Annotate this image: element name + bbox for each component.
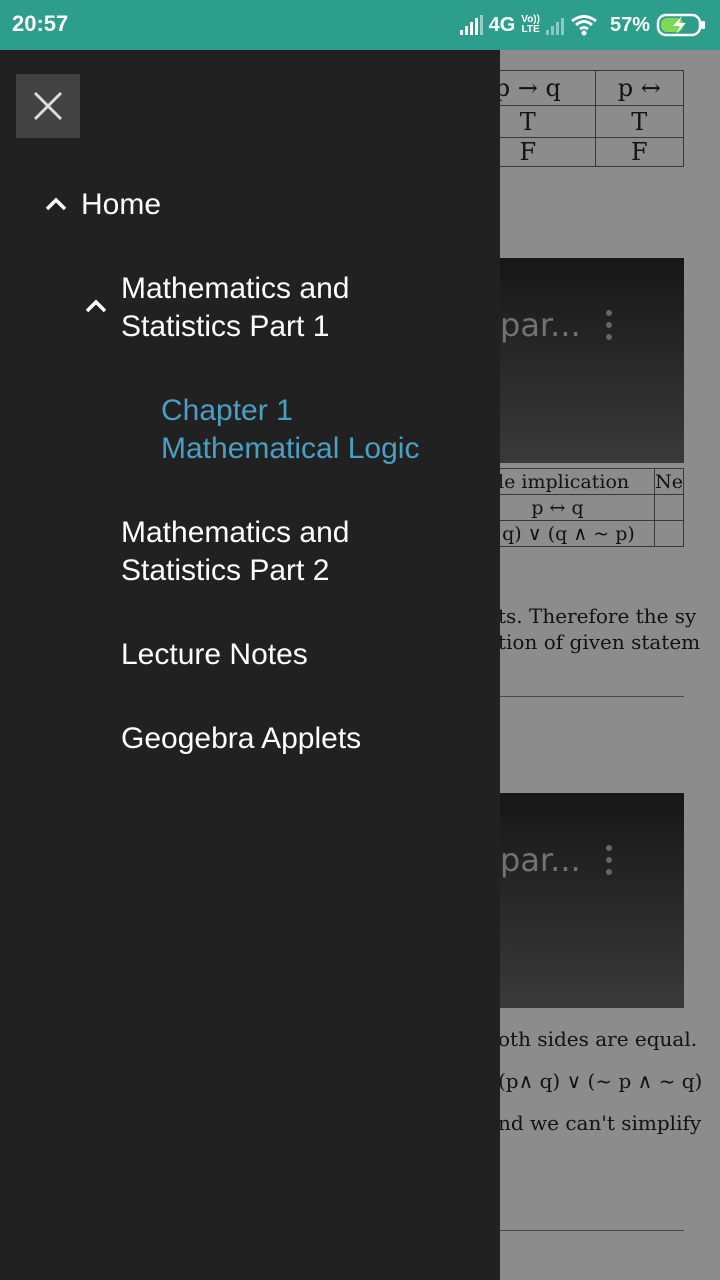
navigation-drawer: Home Mathematics and Statistics Part 1 C… — [0, 50, 500, 1280]
status-bar: 20:57 4G Vo)) LTE 57% — [0, 0, 720, 50]
nav-item-label: Statistics Part 1 — [121, 310, 330, 343]
nav-item-geogebra-applets[interactable]: Geogebra Applets — [121, 720, 361, 758]
network-type: 4G — [488, 13, 516, 36]
nav-item-home[interactable]: Home — [81, 186, 161, 224]
nav-item-label: Mathematics and — [121, 516, 350, 549]
nav-item-label: Chapter 1 — [161, 394, 293, 427]
signal-icon — [459, 15, 483, 35]
battery-charging-icon — [656, 13, 705, 37]
nav-item-chapter-1[interactable]: Chapter 1 Mathematical Logic — [161, 392, 419, 468]
nav-item-label: Statistics Part 2 — [121, 554, 330, 587]
lte-label: LTE — [521, 24, 540, 35]
signal-2-icon — [545, 15, 564, 35]
chevron-up-icon[interactable] — [44, 194, 68, 214]
close-icon — [33, 91, 63, 121]
chevron-up-icon[interactable] — [84, 296, 108, 316]
volte-icon: Vo)) LTE — [521, 15, 540, 35]
wifi-icon — [571, 15, 597, 36]
battery-percent: 57% — [609, 13, 650, 36]
close-drawer-button[interactable] — [16, 74, 80, 138]
status-time: 20:57 — [12, 11, 69, 36]
nav-item-lecture-notes[interactable]: Lecture Notes — [121, 636, 308, 674]
nav-item-label: Mathematics and — [121, 272, 350, 305]
status-icons: 4G Vo)) LTE 57% — [459, 10, 708, 40]
nav-item-label: Mathematical Logic — [161, 432, 420, 465]
nav-item-math-stats-part-2[interactable]: Mathematics and Statistics Part 2 — [121, 514, 349, 590]
nav-item-math-stats-part-1[interactable]: Mathematics and Statistics Part 1 — [121, 270, 349, 346]
